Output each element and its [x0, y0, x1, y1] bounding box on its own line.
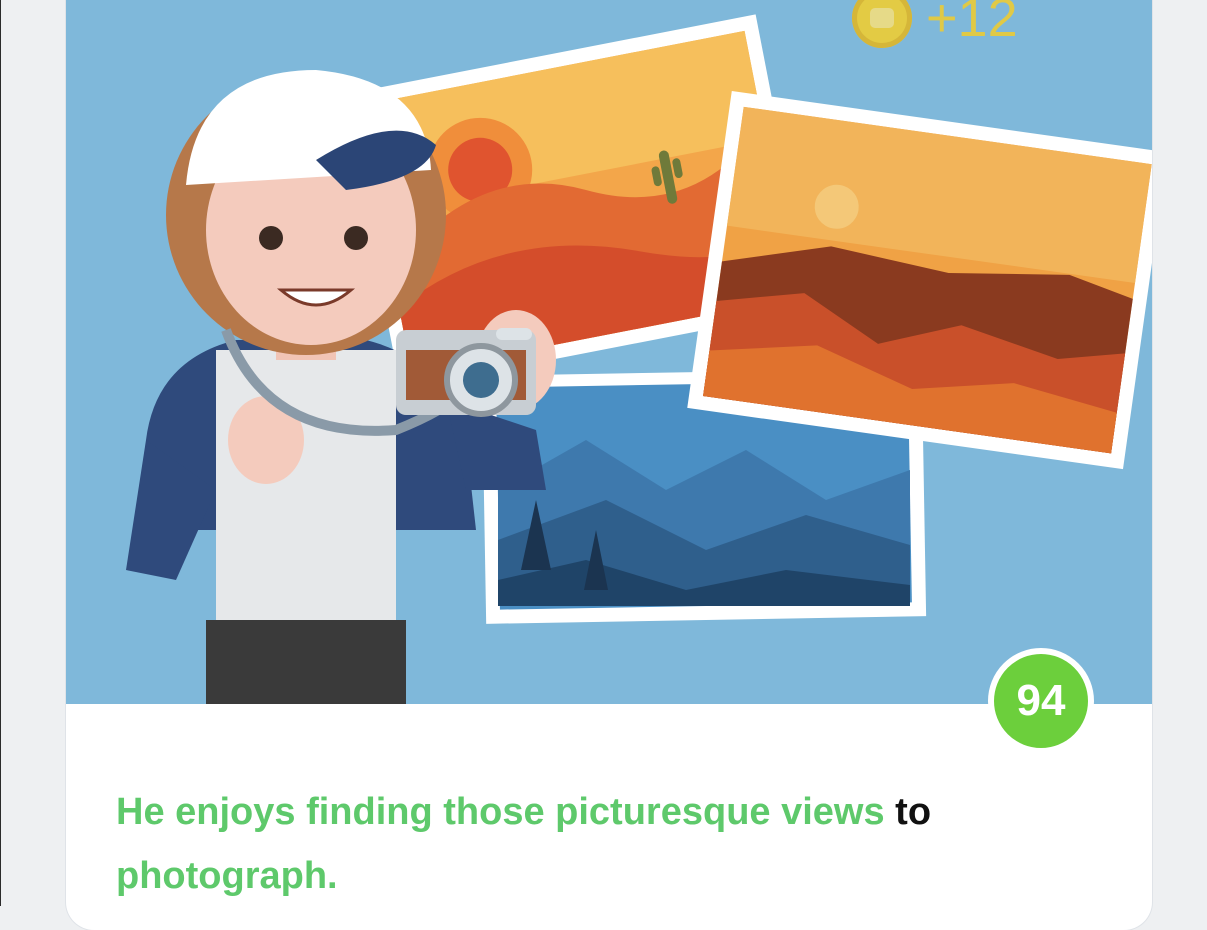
sentence-highlight-2[interactable]: photograph.: [116, 855, 338, 897]
coin-reward: +12: [852, 0, 1018, 48]
lesson-illustration: +12: [66, 0, 1152, 704]
sentence-highlight-1[interactable]: He enjoys finding those picturesque view…: [116, 791, 885, 833]
coin-icon: [852, 0, 912, 48]
lesson-sentence: He enjoys finding those picturesque view…: [116, 780, 1116, 908]
score-badge: 94: [988, 648, 1094, 754]
coin-amount: +12: [926, 0, 1018, 48]
window-edge: [0, 0, 1, 906]
lesson-card: +12 94 He enjoys finding those picturesq…: [66, 0, 1152, 930]
sentence-plain-1[interactable]: to: [885, 791, 931, 833]
photo-canyon: [687, 91, 1152, 470]
illustration-graphic: [126, 14, 1152, 704]
